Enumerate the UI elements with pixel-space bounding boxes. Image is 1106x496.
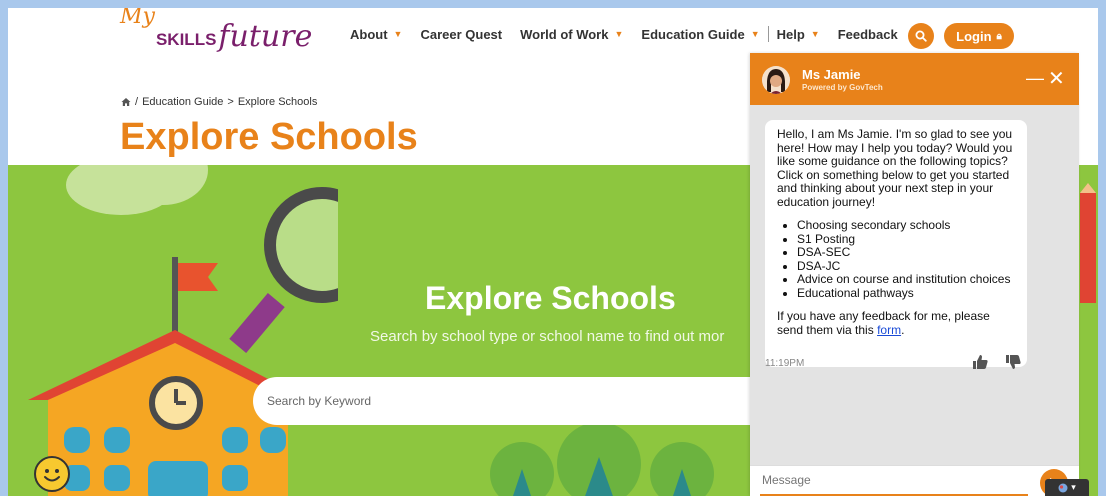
nav-about[interactable]: About ▼ — [350, 27, 402, 42]
main-nav: About ▼ Career Quest World of Work ▼ Edu… — [350, 26, 916, 42]
chat-feedback-end: . — [901, 322, 905, 337]
language-selector[interactable]: ▾ — [1045, 479, 1089, 496]
nav-feedback-label: Feedback — [837, 26, 898, 42]
breadcrumb-education-guide[interactable]: Education Guide — [142, 96, 223, 108]
nav-about-label: About — [350, 26, 388, 42]
avatar — [762, 66, 790, 94]
chat-topic-item[interactable]: S1 Posting — [797, 232, 1015, 247]
nav-education-guide[interactable]: Education Guide ▼ — [641, 27, 759, 42]
chat-message-area — [750, 465, 1079, 496]
chat-timestamp: 11:19PM — [765, 358, 805, 369]
chat-topic-item[interactable]: DSA-JC — [797, 259, 1015, 274]
chat-powered-by: Powered by GovTech — [802, 83, 883, 92]
chat-message-intro: Hello, I am Ms Jamie. I'm so glad to see… — [777, 127, 1013, 209]
pencil-illustration — [1080, 183, 1096, 303]
chevron-down-icon: ▼ — [810, 29, 820, 39]
nav-help[interactable]: Help ▼ — [777, 27, 820, 42]
chat-topic-item[interactable]: Educational pathways — [797, 286, 1015, 301]
nav-education-guide-label: Education Guide — [641, 26, 745, 42]
login-button[interactable]: Login 🔒︎ — [944, 23, 1014, 49]
header-search-button[interactable] — [908, 23, 934, 49]
chevron-down-icon: ▼ — [393, 29, 403, 39]
page-title: Explore Schools — [120, 116, 418, 158]
trees-illustration — [490, 422, 714, 496]
hero-subtitle: Search by school type or school name to … — [370, 328, 725, 345]
nav-world-of-work[interactable]: World of Work ▼ — [520, 27, 623, 42]
chat-header: Ms Jamie Powered by GovTech — ✕ — [750, 53, 1079, 105]
close-icon[interactable]: ✕ — [1048, 69, 1065, 89]
breadcrumb-current: Explore Schools — [237, 96, 318, 108]
nav-career-quest[interactable]: Career Quest — [420, 27, 502, 42]
nav-world-of-work-label: World of Work — [520, 26, 609, 42]
breadcrumb-arrow: > — [227, 96, 234, 108]
chat-topic-item[interactable]: Advice on course and institution choices — [797, 272, 1015, 287]
chat-message-input[interactable] — [750, 466, 1020, 494]
thumbs-up-icon[interactable] — [972, 355, 988, 372]
chat-topic-list: Choosing secondary schools S1 Posting DS… — [797, 218, 1015, 301]
lock-icon: 🔒︎ — [996, 30, 1002, 42]
nav-feedback[interactable]: Feedback — [838, 27, 898, 42]
chevron-down-icon: ▼ — [750, 29, 760, 39]
breadcrumb: / Education Guide > Explore Schools — [121, 96, 321, 108]
logo-my: My — [120, 8, 155, 29]
feedback-smiley-icon[interactable] — [34, 456, 70, 492]
logo-future: future — [218, 19, 313, 54]
myskillsfuture-logo[interactable]: My SKILLS future — [120, 8, 313, 54]
nav-divider — [767, 26, 769, 42]
home-icon[interactable] — [121, 97, 131, 107]
chatbot-panel: Ms Jamie Powered by GovTech — ✕ Hello, I… — [750, 53, 1079, 496]
thumbs-down-icon[interactable] — [1005, 355, 1021, 372]
minimize-icon[interactable]: — — [1026, 69, 1044, 87]
logo-skills: SKILLS — [155, 30, 217, 49]
chat-message-bubble: Hello, I am Ms Jamie. I'm so glad to see… — [765, 120, 1027, 367]
feedback-form-link[interactable]: form — [877, 323, 901, 337]
chevron-down-icon: ▼ — [614, 29, 624, 39]
school-search-box — [253, 377, 813, 425]
nav-help-label: Help — [776, 26, 805, 42]
login-label: Login — [956, 28, 992, 44]
hero-title: Explore Schools — [425, 280, 676, 316]
breadcrumb-separator: / — [135, 96, 139, 108]
chat-agent-name: Ms Jamie — [802, 67, 861, 82]
globe-icon — [1058, 483, 1068, 492]
chat-topic-item[interactable]: Choosing secondary schools — [797, 218, 1015, 233]
chat-topic-item[interactable]: DSA-SEC — [797, 245, 1015, 260]
nav-career-quest-label: Career Quest — [420, 26, 503, 42]
school-illustration — [28, 187, 338, 496]
school-search-input[interactable] — [253, 377, 813, 425]
search-icon — [915, 30, 927, 42]
chevron-down-icon: ▾ — [1071, 482, 1076, 492]
chat-feedback-text: If you have any feedback for me, please … — [777, 309, 1015, 337]
